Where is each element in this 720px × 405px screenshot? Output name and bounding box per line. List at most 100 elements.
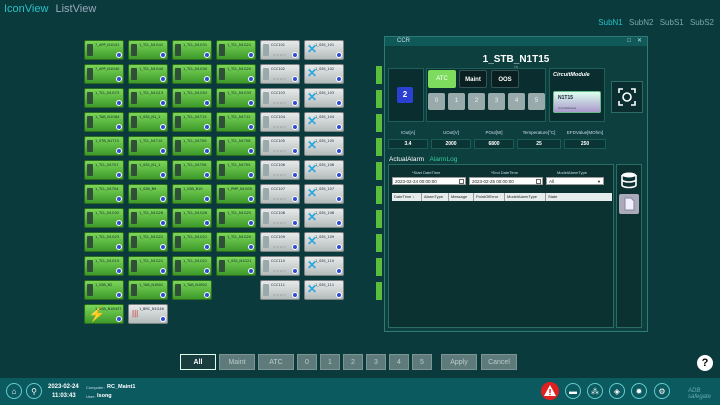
close-icon[interactable]: ✕ xyxy=(637,37,642,46)
device-tile[interactable]: CCC104 ○○○○ xyxy=(260,112,300,132)
filter-maint-button[interactable]: Maint xyxy=(219,354,255,370)
device-tile[interactable]: CCC111 ○○○○ xyxy=(260,280,300,300)
tab-listview[interactable]: ListView xyxy=(56,3,97,15)
calendar-icon[interactable] xyxy=(536,179,541,184)
filter-all-button[interactable]: All xyxy=(180,354,216,370)
circuit-module-card[interactable]: N1T15 CircuitModule xyxy=(553,91,601,113)
oos-button[interactable]: OOS xyxy=(491,70,519,88)
start-date-field[interactable]: 2023-02-24 00:00:00 xyxy=(392,177,466,185)
device-tile[interactable]: 1_TCL_N1T07 xyxy=(84,160,124,180)
device-tile[interactable]: 1_PMP_N1G05 xyxy=(216,184,256,204)
filter-4-button[interactable]: 4 xyxy=(389,354,409,370)
device-tile[interactable]: 1_TCL_N1T13 xyxy=(172,112,212,132)
device-tile[interactable]: ✕ 1_SSS_109 xyxy=(304,232,344,252)
col-pointoferror[interactable]: PointOfError xyxy=(474,193,505,201)
filter-2-button[interactable]: 2 xyxy=(343,354,363,370)
tab-subs2[interactable]: SubS2 xyxy=(690,18,714,27)
device-tile[interactable]: 1_TCL_N1G40 xyxy=(128,64,168,84)
device-tile[interactable]: 1_TCL_N1G22 xyxy=(128,232,168,252)
device-tile[interactable]: 1_TCL_N1G21 xyxy=(172,232,212,252)
shield-icon[interactable]: ◈ xyxy=(609,383,625,399)
maximize-icon[interactable]: □ xyxy=(627,37,631,46)
device-tile[interactable]: 1_TCL_N1G41 xyxy=(128,40,168,60)
device-tile[interactable]: 1_TCL_N1G30 xyxy=(172,64,212,84)
tab-subn1[interactable]: SubN1 xyxy=(598,18,622,27)
network-icon[interactable]: ⁂ xyxy=(587,383,603,399)
device-tile[interactable]: ||| 1_BRC_N1G46 xyxy=(128,304,168,324)
device-tile[interactable]: 1_TCL_N1G19 xyxy=(84,256,124,276)
device-tile[interactable]: 1_TCL_N1G53 xyxy=(172,88,212,108)
device-tile[interactable]: 1_TAB_N1B02 xyxy=(172,280,212,300)
device-tile[interactable]: 1_TCL_N1G21 xyxy=(216,40,256,60)
device-tile[interactable]: 1_SSB_B10 xyxy=(172,184,212,204)
filter-1-button[interactable]: 1 xyxy=(320,354,340,370)
alarm-warning-button[interactable] xyxy=(541,382,559,400)
home-icon[interactable]: ⌂ xyxy=(6,383,22,399)
device-tile[interactable]: 1_SSS_N1_1 xyxy=(128,160,168,180)
gear-icon[interactable]: ⚙ xyxy=(654,383,670,399)
level-2-button[interactable]: 2 xyxy=(468,93,485,110)
device-tile[interactable]: 1_TCL_N1T12 xyxy=(216,112,256,132)
device-tile[interactable]: CCC105 ○○○○ xyxy=(260,136,300,156)
col-modelalarmtype[interactable]: ModelAlarmType xyxy=(505,193,546,201)
device-tile[interactable]: CCC103 ○○○○ xyxy=(260,88,300,108)
device-tile[interactable]: ✕ 1_SSS_111 xyxy=(304,280,344,300)
device-tile[interactable]: 1_SSS_N1_1 xyxy=(128,112,168,132)
maint-button[interactable]: Maint xyxy=(459,70,487,88)
col-alarmtype[interactable]: AlarmType xyxy=(422,193,449,201)
light-icon[interactable]: ✹ xyxy=(631,383,647,399)
filter-3-button[interactable]: 3 xyxy=(366,354,386,370)
export-button[interactable] xyxy=(619,194,639,214)
device-tile[interactable]: ✕ 1_SSS_106 xyxy=(304,160,344,180)
device-tile[interactable]: 1_TCL_N1T06 xyxy=(172,160,212,180)
device-tile[interactable]: ✕ 1_SSS_102 xyxy=(304,64,344,84)
device-tile[interactable]: 1_TCL_N1G21 xyxy=(128,256,168,276)
device-tile[interactable]: 1_TCL_N1T04 xyxy=(84,184,124,204)
device-tile[interactable]: CCC102 ○○○○ xyxy=(260,64,300,84)
search-icon[interactable]: ⚲ xyxy=(26,383,42,399)
device-tile[interactable]: 1_TCL_N1T05 xyxy=(216,160,256,180)
tab-actual-alarm[interactable]: ActualAlarm xyxy=(389,156,424,163)
device-tile[interactable]: ⚡ 1_SSB_N1B43T xyxy=(84,304,124,324)
device-tile[interactable]: 1_TCL_N1T10 xyxy=(128,136,168,156)
model-alarm-select[interactable]: All ▼ xyxy=(546,177,604,185)
help-button[interactable]: ? xyxy=(697,355,713,371)
end-date-field[interactable]: 2023-02-25 00:00:00 xyxy=(469,177,543,185)
device-tile[interactable]: CCC110 ○○○○ xyxy=(260,256,300,276)
device-tile[interactable]: 1_TCL_N1G31 xyxy=(172,40,212,60)
tab-subs1[interactable]: SubS1 xyxy=(660,18,684,27)
level-0-button[interactable]: 0 xyxy=(428,93,445,110)
device-tile[interactable]: 1_TCL_N1G25 xyxy=(216,208,256,228)
filter-0-button[interactable]: 0 xyxy=(297,354,317,370)
device-tile[interactable]: 1_TCL_N1T09 xyxy=(172,136,212,156)
device-tile[interactable]: ✕ 1_SSS_103 xyxy=(304,88,344,108)
device-tile[interactable]: 1_TCL_N1T08 xyxy=(216,136,256,156)
database-button[interactable] xyxy=(619,170,639,190)
focus-target-button[interactable] xyxy=(611,81,643,113)
device-tile[interactable]: ✕ 1_SSS_105 xyxy=(304,136,344,156)
device-tile[interactable]: ✕ 1_SSS_104 xyxy=(304,112,344,132)
tab-alarm-log[interactable]: AlarmLog xyxy=(430,156,458,163)
col-message[interactable]: Message xyxy=(449,193,474,201)
atc-button[interactable]: ATC xyxy=(428,70,456,88)
col-datetime[interactable]: DateTime ↓ xyxy=(392,193,422,201)
device-tile[interactable]: 1_TCL_N1G26 xyxy=(172,208,212,228)
level-1-button[interactable]: 1 xyxy=(448,93,465,110)
device-tile[interactable]: 1_TCL_N1G23 xyxy=(84,232,124,252)
device-tile[interactable]: ✕ 1_SSS_108 xyxy=(304,208,344,228)
filter-atc-button[interactable]: ATC xyxy=(258,354,294,370)
device-tile[interactable]: 1_SSB_B9 xyxy=(128,184,168,204)
device-tile[interactable]: ✕ 1_SSS_107 xyxy=(304,184,344,204)
device-tile[interactable]: CCC101 ○○○○ xyxy=(260,40,300,60)
device-tile[interactable]: 1_TCL_N1G20 xyxy=(216,64,256,84)
device-tile[interactable]: 1_TCL_N1G20 xyxy=(216,232,256,252)
device-tile[interactable]: 1_TAB_N1B01 xyxy=(128,280,168,300)
device-tile[interactable]: 1_SSB_B2 xyxy=(84,280,124,300)
device-tile[interactable]: 1_TCL_N1G21 xyxy=(172,256,212,276)
level-5-button[interactable]: 5 xyxy=(528,93,545,110)
calendar-icon[interactable] xyxy=(459,179,464,184)
device-tile[interactable]: 1_TCL_N1G26 xyxy=(128,208,168,228)
device-tile[interactable]: 1_TAB_N1G64 xyxy=(84,112,124,132)
level-4-button[interactable]: 4 xyxy=(508,93,525,110)
device-tile[interactable]: CCC106 ○○○○ xyxy=(260,160,300,180)
